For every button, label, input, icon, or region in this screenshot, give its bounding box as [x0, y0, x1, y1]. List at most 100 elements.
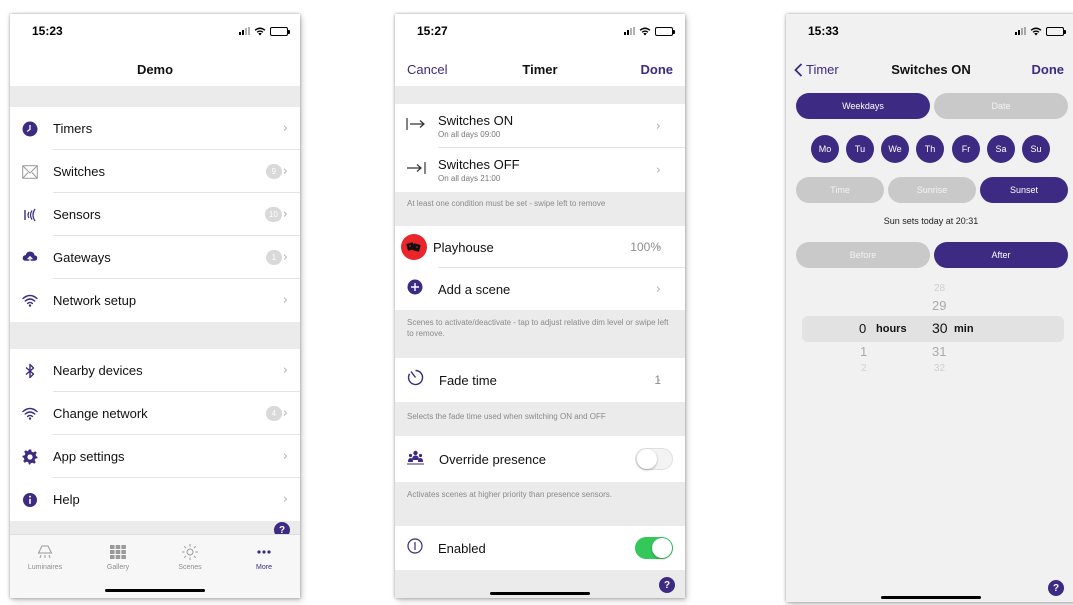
minutes-unit: min: [954, 323, 974, 335]
minutes-prev: 29: [932, 298, 947, 313]
minutes-prev-2: 28: [934, 283, 946, 294]
menu-item-change-network[interactable]: Change network 4 ›: [10, 392, 300, 435]
day-thursday-button[interactable]: Th: [916, 135, 944, 163]
screen-switches-on: 15:33 Timer Switches ON Done Weekdays Da…: [786, 14, 1073, 602]
fade-time-row[interactable]: Fade time 1 ›: [395, 358, 685, 402]
tab-gallery[interactable]: Gallery: [88, 543, 148, 571]
menu-item-label: Nearby devices: [53, 363, 143, 378]
info-icon: [22, 492, 38, 508]
menu-item-label: Timers: [53, 121, 93, 136]
menu-item-label: Change network: [53, 406, 148, 421]
status-time: 15:27: [417, 24, 448, 38]
done-button[interactable]: Done: [641, 62, 674, 77]
before-segment[interactable]: Before: [796, 242, 930, 268]
fade-time-label: Fade time: [439, 372, 497, 388]
menu-item-label: Sensors: [53, 207, 101, 222]
day-sunday-button[interactable]: Su: [1022, 135, 1050, 163]
menu-item-label: Network setup: [53, 293, 137, 308]
home-indicator: [881, 596, 981, 599]
add-scene-label: Add a scene: [438, 281, 511, 297]
chevron-right-icon: ›: [282, 293, 288, 308]
battery-icon: [270, 26, 290, 36]
status-bar: 15:23: [10, 14, 300, 52]
hours-selected: 0: [859, 321, 867, 336]
help-button[interactable]: ?: [659, 577, 675, 593]
chevron-right-icon: ›: [282, 449, 288, 464]
menu-item-network-setup[interactable]: Network setup ›: [10, 279, 300, 322]
status-bar: 15:27: [395, 14, 685, 52]
day-saturday-button[interactable]: Sa: [987, 135, 1015, 163]
nav-bar: Timer Switches ON Done: [786, 52, 1073, 86]
menu-item-gateways[interactable]: Gateways 1 ›: [10, 236, 300, 279]
done-button[interactable]: Done: [1032, 62, 1065, 77]
sunset-segment[interactable]: Sunset: [980, 177, 1068, 203]
add-circle-icon: [407, 279, 423, 300]
menu-item-app-settings[interactable]: App settings ›: [10, 435, 300, 478]
menu-item-switches[interactable]: Switches 9 ›: [10, 150, 300, 193]
playhouse-scene-icon: [401, 234, 427, 260]
chevron-right-icon: ›: [282, 121, 288, 136]
switches-on-schedule: On all days 09:00: [438, 130, 501, 139]
enabled-row: Enabled: [395, 526, 685, 570]
switches-off-row[interactable]: Switches OFF On all days 21:00 ›: [395, 148, 685, 192]
hours-unit: hours: [876, 323, 907, 335]
help-button[interactable]: ?: [1048, 580, 1064, 596]
day-monday-button[interactable]: Mo: [811, 135, 839, 163]
enabled-label: Enabled: [438, 540, 486, 556]
tab-scenes[interactable]: Scenes: [160, 543, 220, 571]
menu-item-nearby-devices[interactable]: Nearby devices ›: [10, 349, 300, 392]
chevron-right-icon: ›: [655, 118, 661, 134]
conditions-note: At least one condition must be set - swi…: [395, 192, 685, 226]
count-badge: 1: [265, 250, 282, 265]
day-tuesday-button[interactable]: Tu: [846, 135, 874, 163]
hours-next-2: 2: [861, 363, 867, 374]
tab-luminaires[interactable]: Luminaires: [15, 543, 75, 571]
tab-more[interactable]: More: [234, 543, 294, 571]
minutes-selected: 30: [932, 320, 948, 336]
chevron-right-icon: ›: [282, 363, 288, 378]
tab-label: Gallery: [106, 564, 130, 571]
add-scene-row[interactable]: Add a scene ›: [395, 268, 685, 310]
gear-icon: [22, 449, 38, 465]
tab-label: Luminaires: [27, 564, 63, 571]
menu-item-timers[interactable]: Timers ›: [10, 107, 300, 150]
wifi-status-icon: [1030, 27, 1042, 36]
chevron-right-icon: ›: [655, 372, 661, 388]
after-segment[interactable]: After: [934, 242, 1068, 268]
system-icons: [1015, 26, 1066, 36]
sunrise-segment[interactable]: Sunrise: [888, 177, 976, 203]
home-indicator: [105, 589, 205, 592]
sensor-waves-icon: [22, 207, 38, 223]
presence-people-icon: [407, 449, 424, 470]
switch-envelope-icon: [22, 164, 38, 180]
menu-item-help[interactable]: Help ›: [10, 478, 300, 521]
override-presence-toggle[interactable]: [635, 448, 673, 470]
wifi-status-icon: [639, 27, 651, 36]
day-friday-button[interactable]: Fr: [952, 135, 980, 163]
enabled-toggle[interactable]: [635, 537, 673, 559]
tab-label: More: [256, 564, 272, 571]
time-segment[interactable]: Time: [796, 177, 884, 203]
menu-item-label: Switches: [53, 164, 106, 179]
status-time: 15:23: [32, 24, 63, 38]
weekdays-segment[interactable]: Weekdays: [796, 93, 930, 119]
hours-next: 1: [860, 344, 868, 359]
section-spacer: [10, 86, 300, 107]
day-wednesday-button[interactable]: We: [881, 135, 909, 163]
status-time: 15:33: [808, 24, 839, 38]
scenes-note: Scenes to activate/deactivate - tap to a…: [395, 310, 685, 358]
chevron-right-icon: ›: [282, 492, 288, 507]
screen-timer: 15:27 Cancel Timer Done Switches ON On a…: [395, 14, 685, 598]
menu-item-sensors[interactable]: Sensors 10 ›: [10, 193, 300, 236]
scene-playhouse-row[interactable]: Playhouse 100% ›: [395, 226, 685, 268]
info-outline-icon: [407, 537, 423, 559]
tab-label: Scenes: [178, 564, 202, 571]
date-segment[interactable]: Date: [934, 93, 1068, 119]
home-indicator: [490, 592, 590, 595]
sun-set-info: Sun sets today at 20:31: [883, 216, 979, 226]
switches-on-row[interactable]: Switches ON On all days 09:00 ›: [395, 104, 685, 148]
cellular-signal-icon: [239, 27, 250, 35]
screen-more-menu: 15:23 Demo Timers › Switches 9 › Sensors…: [10, 14, 300, 598]
override-note: Activates scenes at higher priority than…: [395, 482, 685, 526]
count-badge: 9: [265, 164, 282, 179]
